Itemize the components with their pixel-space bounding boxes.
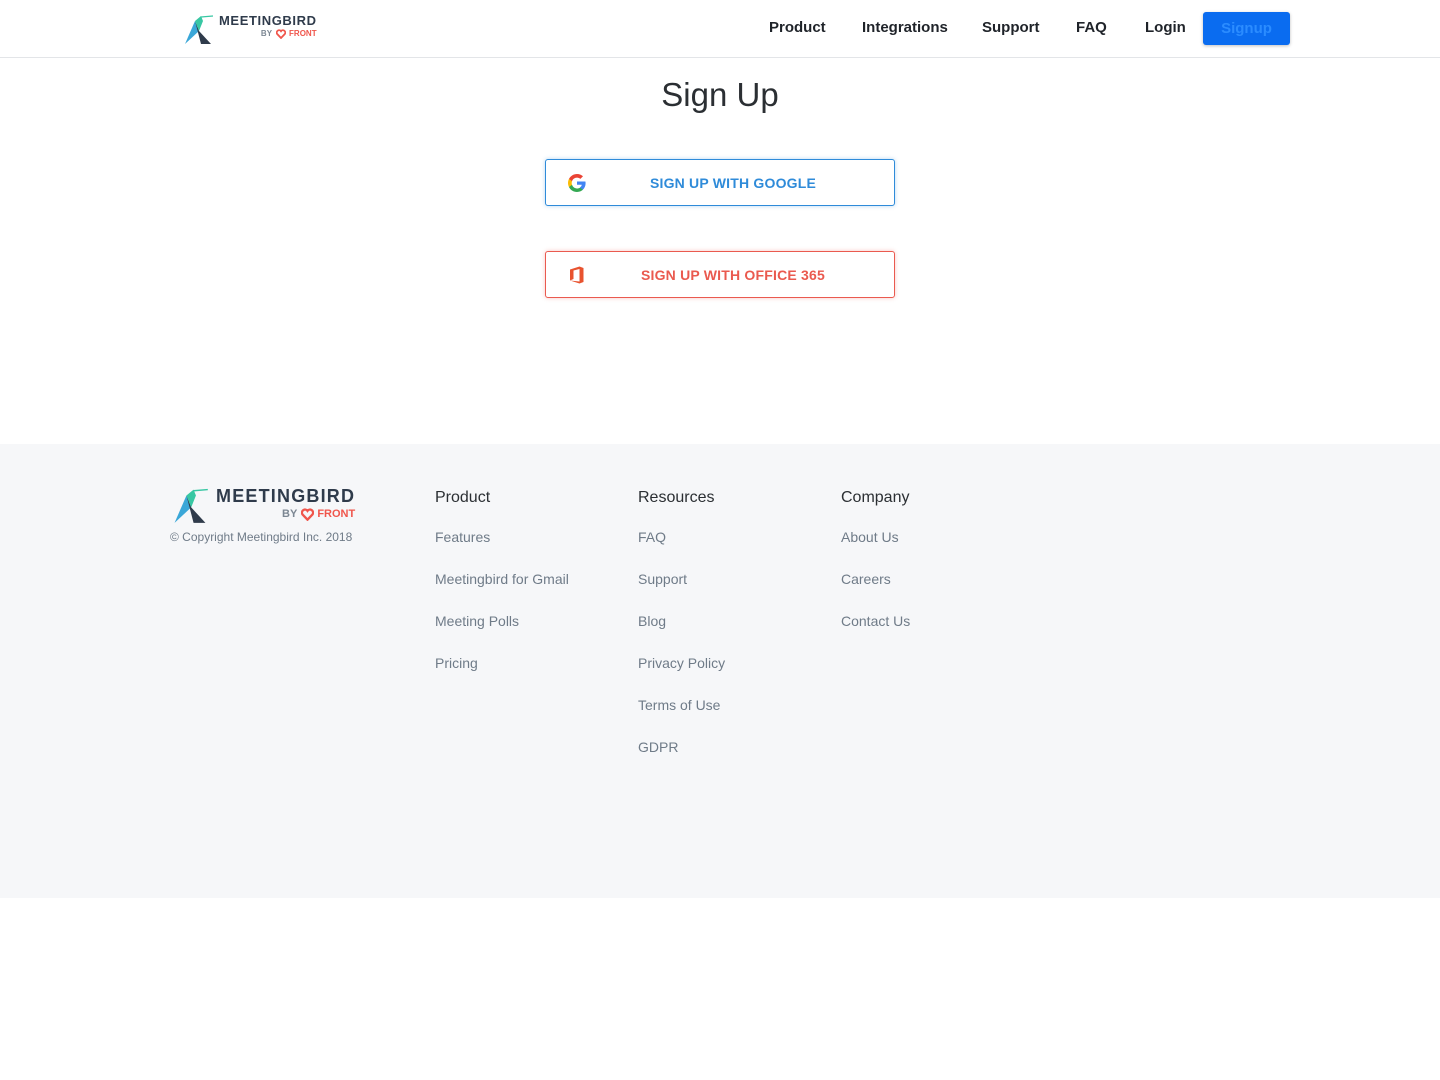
footer-link-support[interactable]: Support [638, 571, 725, 613]
footer-logo-front: FRONT [317, 508, 356, 520]
google-signup-label: SIGN UP WITH GOOGLE [649, 174, 817, 191]
footer-logo-brand: MEETINGBIRD [216, 486, 356, 506]
footer-column-resources: Resources FAQ Support Blog Privacy Polic… [638, 489, 725, 781]
nav-product[interactable]: Product [769, 19, 826, 36]
google-signup-button[interactable]: SIGN UP WITH GOOGLE [545, 159, 895, 206]
footer-heading-resources: Resources [638, 489, 715, 506]
footer-column-company: Company About Us Careers Contact Us [841, 489, 910, 655]
footer-link-pricing[interactable]: Pricing [435, 655, 569, 697]
footer-link-meetingbird-for-gmail[interactable]: Meetingbird for Gmail [435, 571, 569, 613]
front-heart-icon [301, 507, 315, 521]
meetingbird-logo[interactable]: MEETINGBIRD BY FRONT [183, 13, 317, 45]
nav-login[interactable]: Login [1145, 19, 1186, 36]
logo-byline: BY FRONT [219, 28, 317, 40]
office365-signup-button[interactable]: SIGN UP WITH OFFICE 365 [545, 251, 895, 298]
footer-link-faq[interactable]: FAQ [638, 529, 725, 571]
footer-link-terms-of-use[interactable]: Terms of Use [638, 697, 725, 739]
footer-link-privacy-policy[interactable]: Privacy Policy [638, 655, 725, 697]
signup-button[interactable]: Signup [1203, 12, 1290, 45]
footer-column-product: Product Features Meetingbird for Gmail M… [435, 489, 569, 697]
site-header: MEETINGBIRD BY FRONT Product Integration… [0, 0, 1440, 58]
hummingbird-icon [174, 488, 208, 523]
front-heart-icon [276, 29, 287, 39]
page-title: Sign Up [661, 76, 779, 113]
hummingbird-icon [185, 15, 213, 44]
footer-link-meeting-polls[interactable]: Meeting Polls [435, 613, 569, 655]
footer-link-blog[interactable]: Blog [638, 613, 725, 655]
footer-logo-by: BY [282, 508, 298, 520]
logo-front: FRONT [289, 29, 317, 38]
footer-heading-product: Product [435, 489, 491, 506]
logo-by: BY [260, 29, 273, 38]
footer-link-gdpr[interactable]: GDPR [638, 739, 725, 781]
nav-support[interactable]: Support [982, 19, 1040, 36]
footer-link-features[interactable]: Features [435, 529, 569, 571]
footer-heading-company: Company [841, 489, 910, 506]
footer-link-careers[interactable]: Careers [841, 571, 910, 613]
site-footer: MEETINGBIRD BY FRONT © Copyright Meeting… [0, 444, 1440, 898]
nav-integrations[interactable]: Integrations [862, 19, 948, 36]
nav-faq[interactable]: FAQ [1076, 19, 1107, 36]
office365-signup-label: SIGN UP WITH OFFICE 365 [640, 266, 826, 283]
footer-logo-byline: BY FRONT [216, 506, 355, 522]
footer-link-about-us[interactable]: About Us [841, 529, 910, 571]
footer-logo[interactable]: MEETINGBIRD BY FRONT [170, 486, 355, 524]
logo-brand: MEETINGBIRD [219, 13, 317, 28]
copyright-text: © Copyright Meetingbird Inc. 2018 [170, 530, 353, 544]
footer-link-contact-us[interactable]: Contact Us [841, 613, 910, 655]
